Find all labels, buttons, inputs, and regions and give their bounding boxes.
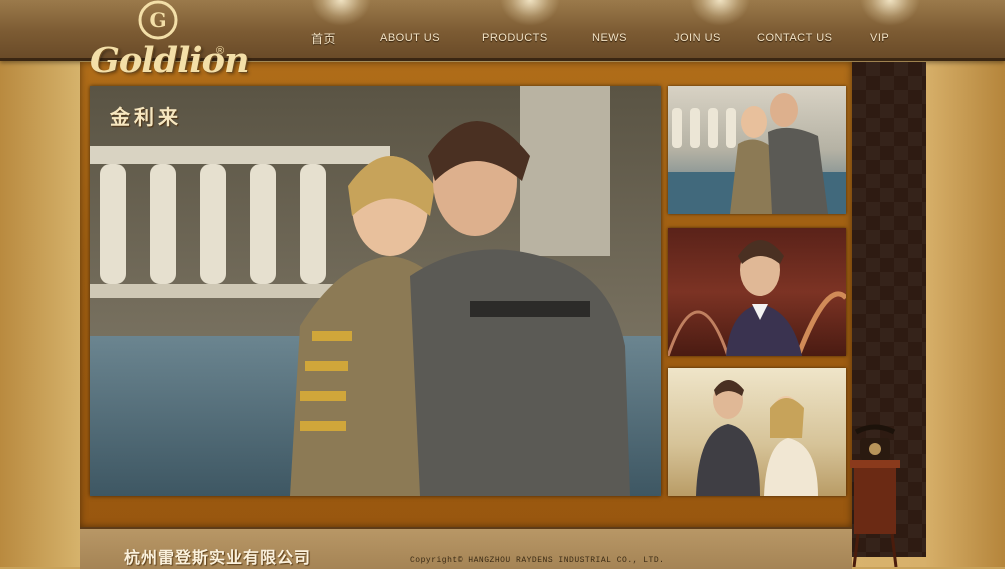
spotlight-decoration bbox=[860, 0, 920, 26]
nav-about-us[interactable]: ABOUT US bbox=[380, 32, 440, 48]
nav-join-us[interactable]: JOIN US bbox=[674, 32, 721, 48]
antique-telephone-icon bbox=[850, 424, 900, 567]
hero-photo-illustration bbox=[90, 86, 661, 496]
logo-emblem-icon: G bbox=[138, 0, 178, 40]
spotlight-decoration bbox=[500, 0, 560, 26]
thumbnail-couple-balcony[interactable] bbox=[668, 86, 846, 214]
logo-registered-mark: ® bbox=[216, 45, 225, 57]
spotlight-decoration bbox=[690, 0, 750, 26]
nav-vip[interactable]: VIP bbox=[870, 32, 889, 48]
nav-products[interactable]: PRODUCTS bbox=[482, 32, 548, 48]
thumbnail-man-sweater[interactable] bbox=[668, 228, 846, 356]
nav-contact-us[interactable]: CONTACT US bbox=[757, 32, 833, 48]
logo-wordmark: Goldlion bbox=[90, 40, 249, 81]
logo-chinese-name: 金利来 bbox=[110, 105, 182, 129]
thumbnail-illustration bbox=[668, 93, 846, 214]
nav-news[interactable]: NEWS bbox=[592, 32, 627, 48]
nav-home[interactable]: 首页 bbox=[311, 30, 336, 46]
thumbnail-illustration bbox=[668, 240, 846, 356]
spotlight-decoration bbox=[311, 0, 371, 26]
goldlion-logo[interactable]: G Goldlion ® 金利来 bbox=[86, 0, 249, 130]
footer-copyright: Copyright© HANGZHOU RAYDENS INDUSTRIAL C… bbox=[410, 556, 665, 565]
logo-emblem-letter: G bbox=[149, 8, 166, 32]
thumbnail-couple-indoor[interactable] bbox=[668, 368, 846, 496]
footer-company-name: 杭州雷登斯实业有限公司 bbox=[124, 548, 312, 567]
hero-photo[interactable] bbox=[90, 86, 661, 496]
thumbnail-illustration bbox=[696, 380, 818, 496]
